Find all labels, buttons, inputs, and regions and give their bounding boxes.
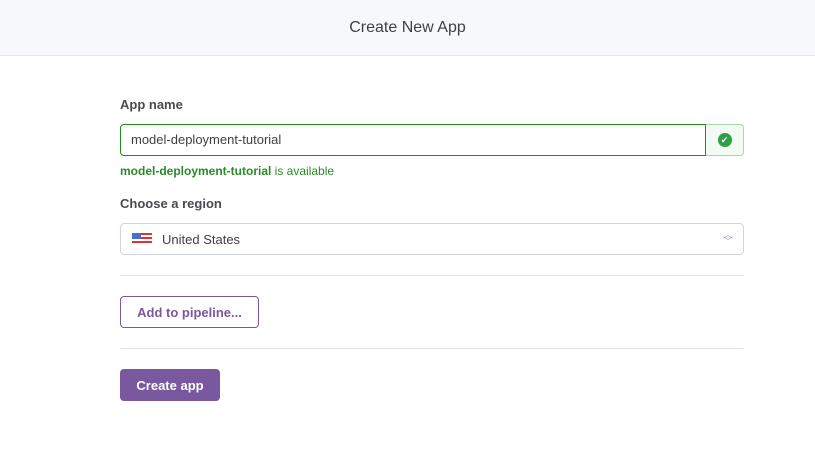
page-title: Create New App (349, 18, 466, 36)
region-label: Choose a region (120, 196, 222, 211)
check-circle-icon: ✔ (717, 133, 732, 147)
region-select[interactable]: United States ︿ ﹀ (120, 223, 744, 255)
app-name-label: App name (120, 97, 183, 112)
chevron-updown-icon: ︿ ﹀ (723, 230, 733, 248)
validation-addon: ✔ (706, 124, 744, 156)
app-name-field: model-deployment-tutorial ✔ (120, 124, 744, 156)
availability-app-name: model-deployment-tutorial (120, 164, 272, 178)
region-value: United States (162, 231, 241, 247)
divider (120, 348, 744, 349)
us-flag-icon (132, 233, 152, 245)
add-to-pipeline-button[interactable]: Add to pipeline... (120, 296, 259, 328)
create-app-button[interactable]: Create app (120, 369, 220, 401)
app-name-input[interactable]: model-deployment-tutorial (120, 124, 706, 156)
availability-message: model-deployment-tutorial is available (120, 164, 334, 178)
divider (120, 275, 744, 276)
page-header: Create New App (0, 0, 815, 56)
availability-suffix: is available (271, 164, 335, 178)
